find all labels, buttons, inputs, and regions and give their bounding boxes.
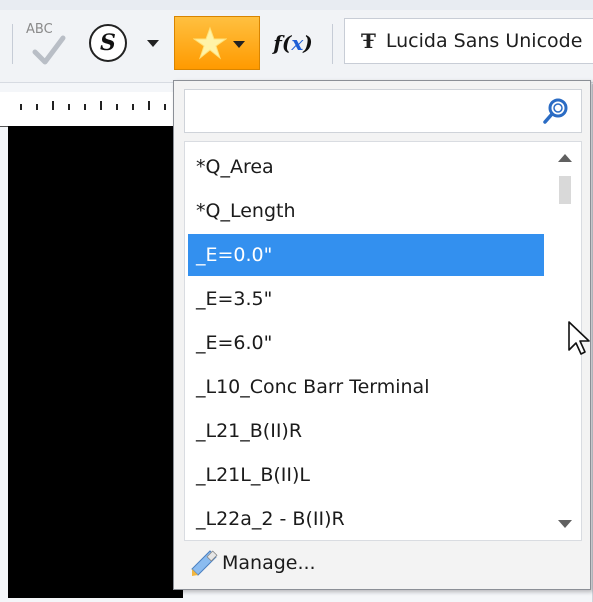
ruler	[0, 92, 176, 127]
spell-check-button[interactable]: ABC	[20, 16, 78, 70]
star-icon	[193, 26, 227, 60]
function-label-x: x	[291, 31, 304, 55]
toolbar-separator	[12, 24, 13, 64]
function-button[interactable]: f(x)	[264, 16, 322, 70]
font-selector[interactable]: Ŧ Lucida Sans Unicode	[344, 18, 593, 64]
list-item[interactable]: *Q_Length	[188, 190, 544, 232]
symbol-dropdown-button[interactable]	[143, 30, 163, 56]
search-icon[interactable]	[542, 97, 570, 125]
list-item-selected[interactable]: _E=0.0"	[188, 234, 544, 276]
spell-check-label: ABC	[26, 22, 53, 37]
toolbar-top-band	[0, 0, 593, 10]
scroll-up-icon[interactable]	[558, 154, 572, 162]
chevron-down-icon	[147, 39, 159, 47]
scrollbar-thumb[interactable]	[559, 176, 571, 204]
toolbar-separator	[332, 24, 333, 64]
app-window: ABC S f(x) Ŧ Lucida Sans Unicode *Q_Area…	[0, 0, 593, 602]
list-item[interactable]: _L22a_2 - B(II)R	[188, 498, 544, 540]
symbol-s-icon: S	[89, 24, 127, 62]
toolbar: ABC S f(x) Ŧ Lucida Sans Unicode	[0, 0, 593, 83]
function-icon: f(x)	[273, 31, 312, 55]
list-item[interactable]: _L21_B(II)R	[188, 410, 544, 452]
list-item[interactable]: _L21L_B(II)L	[188, 454, 544, 496]
cursor-icon	[568, 321, 590, 355]
favorites-button[interactable]	[174, 16, 260, 70]
chevron-down-icon	[233, 41, 245, 48]
function-label-f: f(	[273, 31, 292, 55]
function-label-close: )	[303, 31, 313, 55]
favorites-list: *Q_Area *Q_Length _E=0.0" _E=3.5" _E=6.0…	[184, 141, 582, 541]
manage-button[interactable]: Manage...	[184, 543, 582, 583]
list-item[interactable]: _E=3.5"	[188, 278, 544, 320]
list-item[interactable]: _E=6.0"	[188, 322, 544, 364]
favorites-dropdown: *Q_Area *Q_Length _E=0.0" _E=3.5" _E=6.0…	[173, 80, 591, 590]
symbol-button[interactable]: S	[86, 16, 130, 70]
list-item[interactable]: *Q_Area	[188, 146, 544, 188]
scroll-down-icon[interactable]	[558, 520, 572, 528]
search-input[interactable]	[184, 89, 582, 133]
list-item[interactable]: _L10_Conc Barr Terminal	[188, 366, 544, 408]
manage-label: Manage...	[222, 552, 316, 574]
font-icon: Ŧ	[361, 29, 376, 53]
font-name: Lucida Sans Unicode	[385, 30, 583, 52]
pencil-icon	[191, 550, 218, 576]
drawing-canvas[interactable]	[8, 126, 183, 598]
